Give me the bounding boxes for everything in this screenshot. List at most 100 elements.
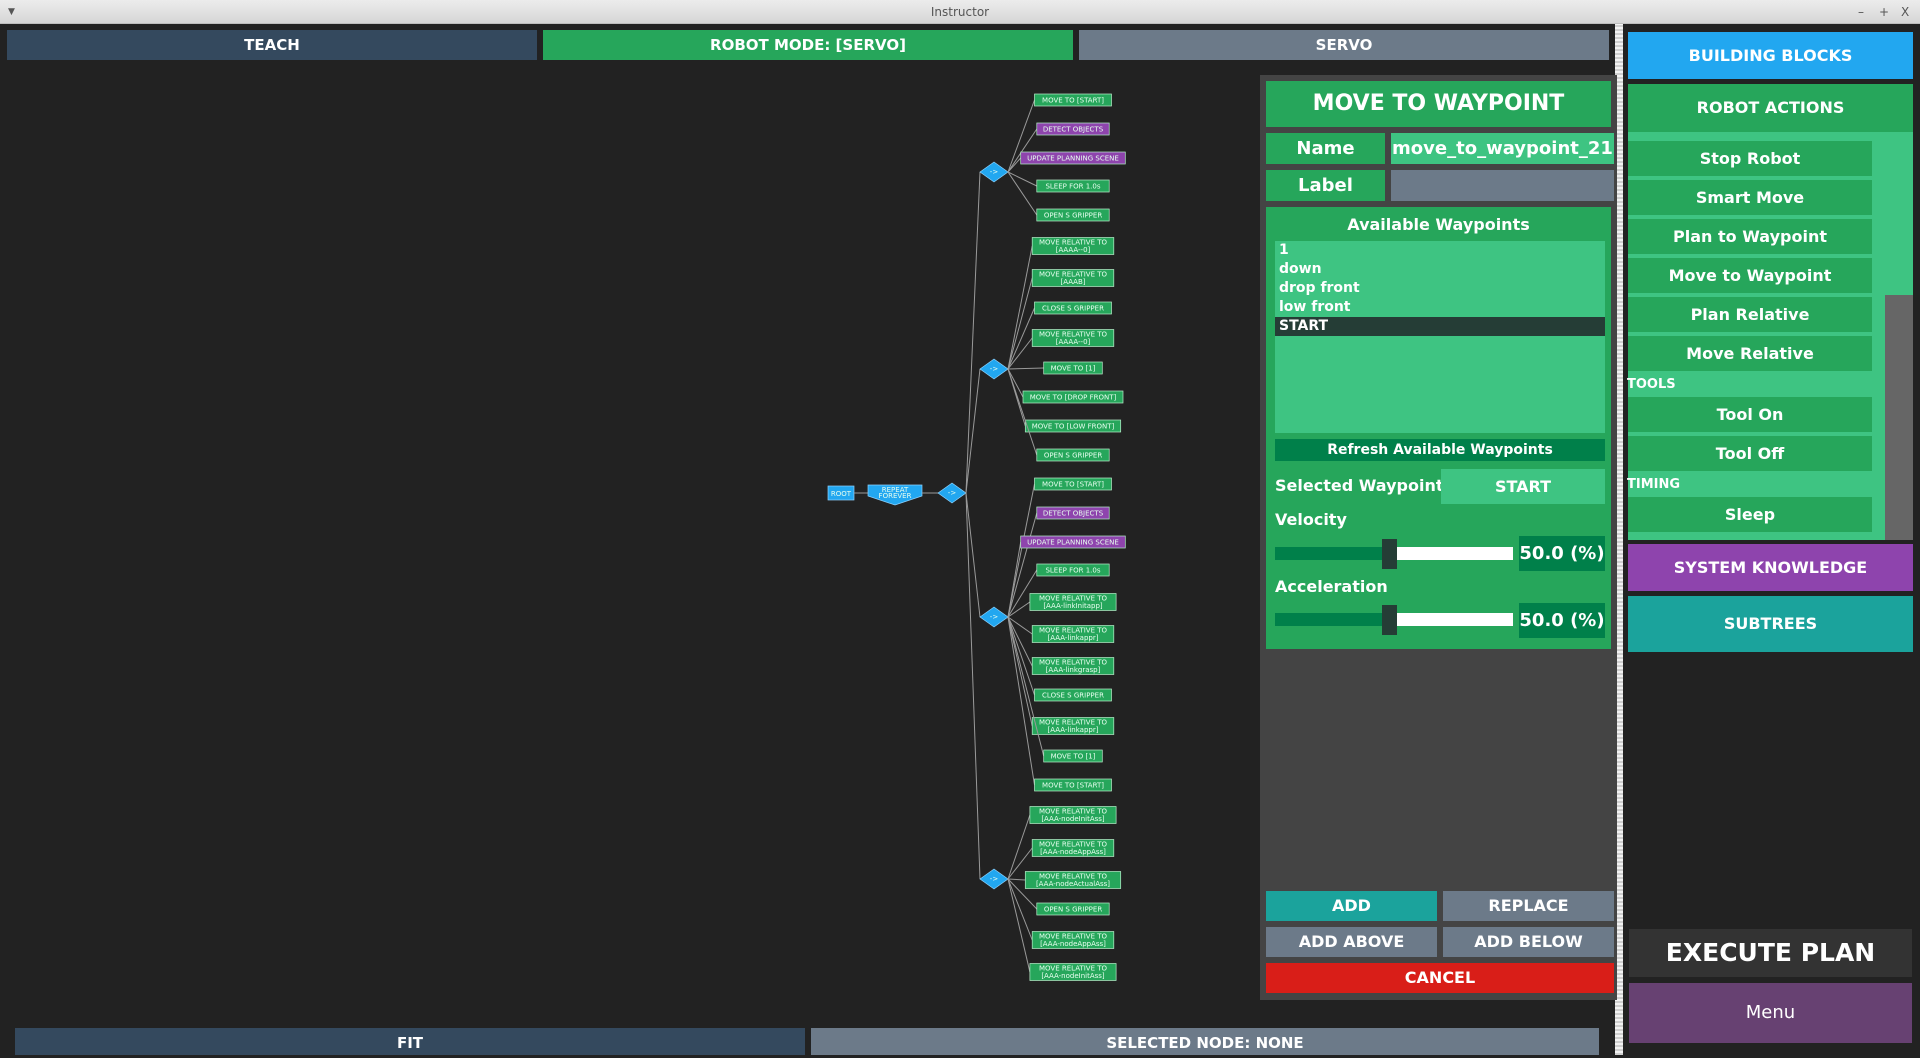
robot-actions-header[interactable]: ROBOT ACTIONS bbox=[1628, 84, 1913, 132]
refresh-waypoints-button[interactable]: Refresh Available Waypoints bbox=[1275, 439, 1605, 461]
add-button[interactable]: ADD bbox=[1266, 891, 1437, 921]
velocity-slider-rest bbox=[1397, 547, 1513, 560]
tree-edge bbox=[1007, 277, 1033, 370]
velocity-slider-fill bbox=[1275, 547, 1382, 560]
cancel-button[interactable]: CANCEL bbox=[1266, 963, 1614, 993]
system-knowledge-button[interactable]: SYSTEM KNOWLEDGE bbox=[1628, 544, 1913, 591]
waypoint-item[interactable]: 1 bbox=[1275, 241, 1605, 260]
execute-plan-button[interactable]: EXECUTE PLAN bbox=[1629, 929, 1912, 977]
category-label: ROBOT bbox=[1627, 132, 1678, 136]
waypoint-item[interactable]: START bbox=[1275, 317, 1605, 336]
velocity-value: 50.0 (%) bbox=[1519, 536, 1605, 571]
sequence-label: -> bbox=[990, 613, 999, 621]
action-node-label: [AAA-nodeAppAss] bbox=[1040, 940, 1106, 948]
action-node-label: MOVE TO [DROP FRONT] bbox=[1030, 394, 1117, 402]
selected-waypoint-value: START bbox=[1441, 469, 1605, 504]
action-block-item[interactable]: Tool Off bbox=[1628, 436, 1872, 471]
subtrees-button[interactable]: SUBTREES bbox=[1628, 596, 1913, 652]
tree-edge bbox=[1007, 878, 1026, 881]
velocity-slider-handle[interactable] bbox=[1382, 539, 1397, 569]
selected-node-indicator: SELECTED NODE: NONE bbox=[811, 1028, 1599, 1055]
action-block-item[interactable]: Move Relative bbox=[1628, 336, 1872, 371]
action-node-label: [AAA-nodeInitAss] bbox=[1041, 972, 1105, 980]
sequence-label: -> bbox=[990, 875, 999, 883]
robot-actions-list: ROBOT Stop Robot Smart Move Plan to Waypoin… bbox=[1622, 132, 1874, 540]
add-above-button[interactable]: ADD ABOVE bbox=[1266, 927, 1437, 957]
action-node-label: [AAAB] bbox=[1060, 278, 1085, 286]
minimize-icon[interactable]: – bbox=[1858, 0, 1864, 24]
velocity-slider[interactable] bbox=[1275, 539, 1513, 569]
action-node-label: CLOSE S GRIPPER bbox=[1042, 305, 1104, 313]
root-label: ROOT bbox=[831, 490, 852, 498]
name-label: Name bbox=[1266, 133, 1385, 164]
behavior-tree-canvas[interactable]: ROOT REPEAT FOREVER -> -> MOVE TO [START] DETE… bbox=[0, 64, 1257, 1024]
action-node-label: SLEEP FOR 1.0s bbox=[1045, 567, 1100, 575]
action-node-label: [AAA-nodeActualAss] bbox=[1036, 880, 1110, 888]
action-node-label: [AAA-linkappr] bbox=[1048, 726, 1099, 734]
action-block-item[interactable]: Move to Waypoint bbox=[1628, 258, 1872, 293]
category-label: TOOLS bbox=[1627, 377, 1676, 392]
window-title: Instructor bbox=[930, 5, 990, 19]
behavior-tree-graph[interactable]: ROOT REPEATFOREVER ->->MOVE TO [START]DETE… bbox=[0, 64, 1257, 1024]
name-field[interactable]: move_to_waypoint_21 bbox=[1391, 133, 1614, 164]
acceleration-slider-fill bbox=[1275, 613, 1382, 626]
waypoint-item[interactable]: drop front bbox=[1275, 279, 1605, 298]
tree-edge bbox=[1007, 616, 1035, 786]
label-label: Label bbox=[1266, 170, 1385, 201]
building-blocks-button[interactable]: BUILDING BLOCKS bbox=[1628, 32, 1913, 79]
waypoint-item[interactable]: low front bbox=[1275, 298, 1605, 317]
tree-edge bbox=[965, 368, 981, 494]
waypoints-list[interactable]: 1 down drop front low front START bbox=[1275, 241, 1605, 433]
action-node-label: DETECT OBJECTS bbox=[1043, 510, 1104, 518]
action-node-label: [AAA-nodeAppAss] bbox=[1040, 848, 1106, 856]
acceleration-slider[interactable] bbox=[1275, 605, 1513, 635]
tree-edge bbox=[1007, 616, 1035, 696]
maximize-icon[interactable]: + bbox=[1879, 0, 1889, 24]
tree-edge bbox=[965, 171, 981, 494]
tree-edge bbox=[1007, 814, 1031, 880]
tree-edge bbox=[1007, 368, 1038, 456]
action-node-label: MOVE TO [1] bbox=[1051, 365, 1096, 373]
action-node-label: MOVE TO [1] bbox=[1051, 753, 1096, 761]
fit-button[interactable]: FIT bbox=[15, 1028, 805, 1055]
action-node-label: [AAA-linkgrasp] bbox=[1046, 666, 1101, 674]
acceleration-value: 50.0 (%) bbox=[1519, 603, 1605, 638]
action-node-label: UPDATE PLANNING SCENE bbox=[1027, 155, 1119, 163]
action-block-item[interactable]: Sleep bbox=[1628, 497, 1872, 532]
action-block-item[interactable]: Stop Robot bbox=[1628, 141, 1872, 176]
window-titlebar: ▼ Instructor – + X bbox=[0, 0, 1920, 24]
action-node-label: MOVE TO [START] bbox=[1042, 481, 1104, 489]
add-below-button[interactable]: ADD BELOW bbox=[1443, 927, 1614, 957]
available-waypoints-title: Available Waypoints bbox=[1347, 215, 1530, 234]
action-block-item[interactable]: Plan to Waypoint bbox=[1628, 219, 1872, 254]
sequence-label: -> bbox=[948, 489, 957, 497]
tree-edge bbox=[1007, 157, 1022, 173]
label-field[interactable] bbox=[1391, 170, 1614, 201]
menu-button[interactable]: Menu bbox=[1629, 983, 1912, 1043]
replace-button[interactable]: REPLACE bbox=[1443, 891, 1614, 921]
action-block-item[interactable]: Smart Move bbox=[1628, 180, 1872, 215]
waypoint-item[interactable]: down bbox=[1275, 260, 1605, 279]
action-block-item[interactable]: Tool On bbox=[1628, 397, 1872, 432]
action-node-label: DETECT OBJECTS bbox=[1043, 126, 1104, 134]
action-block-item[interactable]: Plan Relative bbox=[1628, 297, 1872, 332]
action-node-label: CLOSE S GRIPPER bbox=[1042, 692, 1104, 700]
action-node-label: OPEN S GRIPPER bbox=[1044, 906, 1103, 914]
teach-button[interactable]: TEACH bbox=[7, 30, 537, 60]
selected-waypoint-label: Selected Waypoint bbox=[1275, 476, 1444, 495]
action-node-label: [AAAA--0] bbox=[1056, 338, 1091, 346]
action-node-label: [AAAA--0] bbox=[1056, 246, 1091, 254]
action-node-label: OPEN S GRIPPER bbox=[1044, 212, 1103, 220]
robot-mode-button[interactable]: ROBOT MODE: [SERVO] bbox=[543, 30, 1073, 60]
action-node-label: SLEEP FOR 1.0s bbox=[1045, 183, 1100, 191]
action-node-label: OPEN S GRIPPER bbox=[1044, 452, 1103, 460]
acceleration-slider-handle[interactable] bbox=[1382, 605, 1397, 635]
window-menu-icon[interactable]: ▼ bbox=[8, 0, 15, 24]
robot-actions-scrollbar[interactable] bbox=[1885, 295, 1913, 540]
servo-button[interactable]: SERVO bbox=[1079, 30, 1609, 60]
action-node-label: UPDATE PLANNING SCENE bbox=[1027, 539, 1119, 547]
action-panel-title: MOVE TO WAYPOINT ACTION bbox=[1266, 81, 1611, 162]
close-icon[interactable]: X bbox=[1901, 0, 1909, 24]
action-node-label: MOVE TO [START] bbox=[1042, 782, 1104, 790]
category-label: TIMING bbox=[1627, 477, 1681, 492]
